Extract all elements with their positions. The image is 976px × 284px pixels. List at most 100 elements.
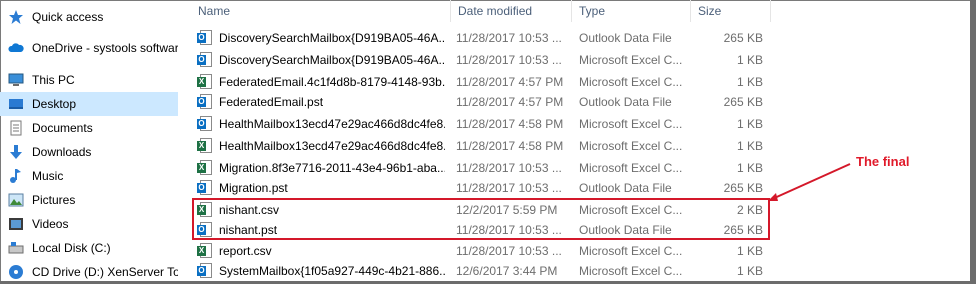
file-size: 265 KB	[723, 181, 763, 195]
file-name-cell[interactable]: X FederatedEmail.4c1f4d8b-8179-4148-93b..…	[193, 74, 445, 90]
file-row[interactable]: X HealthMailbox13ecd47e29ac466d8dc4fe8...…	[193, 135, 771, 157]
music-icon	[8, 168, 24, 184]
window-border-right	[970, 0, 976, 284]
star-icon	[8, 9, 24, 25]
nav-label: Pictures	[32, 193, 76, 207]
file-type: Outlook Data File	[579, 95, 672, 109]
computer-icon	[8, 72, 24, 88]
file-name-cell[interactable]: O SystemMailbox{1f05a927-449c-4b21-886...	[193, 263, 445, 279]
file-row[interactable]: Xreport.csv 11/28/2017 10:53 ... Microsoft…	[193, 240, 771, 262]
column-header-label: Size	[698, 4, 722, 18]
file-row[interactable]: X FederatedEmail.4c1f4d8b-8179-4148-93b..…	[193, 71, 771, 93]
file-name: Migration.8f3e7716-2011-43e4-96b1-aba...	[219, 161, 445, 175]
nav-item-pictures[interactable]: Pictures	[0, 188, 178, 212]
excel-file-icon: X	[197, 160, 213, 176]
nav-item-this-pc[interactable]: This PC	[0, 68, 178, 92]
file-type: Microsoft Excel C...	[579, 75, 683, 89]
nav-item-desktop[interactable]: Desktop	[0, 92, 178, 116]
file-name: report.csv	[219, 244, 272, 258]
file-type: Outlook Data File	[579, 181, 672, 195]
file-name: HealthMailbox13ecd47e29ac466d8dc4fe8...	[219, 117, 445, 131]
highlight-box	[192, 198, 770, 240]
nav-label: Local Disk (C:)	[32, 241, 111, 255]
nav-label: Quick access	[32, 10, 104, 24]
column-divider[interactable]	[770, 0, 771, 22]
file-type: Microsoft Excel C...	[579, 244, 683, 258]
disk-icon	[8, 240, 24, 256]
file-date: 11/28/2017 10:53 ...	[456, 244, 562, 258]
file-date: 11/28/2017 4:58 PM	[456, 117, 564, 131]
nav-item-documents[interactable]: Documents	[0, 116, 178, 140]
nav-item-local-disk[interactable]: Local Disk (C:)	[0, 236, 178, 260]
nav-item-quick-access[interactable]: Quick access	[0, 5, 178, 29]
videos-icon	[8, 216, 24, 232]
file-row[interactable]: O DiscoverySearchMailbox{D919BA05-46A... 1…	[193, 27, 771, 49]
file-type: Microsoft Excel C...	[579, 139, 683, 153]
file-date: 11/28/2017 10:53 ...	[456, 161, 562, 175]
file-row[interactable]: O DiscoverySearchMailbox{D919BA05-46A... 1…	[193, 49, 771, 71]
file-name-cell[interactable]: O FederatedEmail.pst	[193, 94, 445, 110]
column-header-size[interactable]: Size	[698, 0, 721, 22]
column-divider[interactable]	[690, 0, 691, 22]
nav-item-downloads[interactable]: Downloads	[0, 140, 178, 164]
file-name-cell[interactable]: O HealthMailbox13ecd47e29ac466d8dc4fe8...	[193, 116, 445, 132]
file-name-cell[interactable]: O DiscoverySearchMailbox{D919BA05-46A...	[193, 30, 445, 46]
file-date: 11/28/2017 10:53 ...	[456, 53, 562, 67]
file-name-cell[interactable]: Xreport.csv	[193, 243, 445, 259]
file-row[interactable]: O SystemMailbox{1f05a927-449c-4b21-886...…	[193, 260, 771, 282]
nav-label: CD Drive (D:) XenServer Too	[32, 265, 178, 279]
file-name-cell[interactable]: X Migration.8f3e7716-2011-43e4-96b1-aba..…	[193, 160, 445, 176]
outlook-file-icon: O	[197, 30, 213, 46]
nav-item-music[interactable]: Music	[0, 164, 178, 188]
outlook-file-icon: O	[197, 52, 213, 68]
nav-label: Desktop	[32, 97, 77, 111]
file-date: 12/6/2017 3:44 PM	[456, 264, 558, 278]
cd-drive-icon	[8, 264, 24, 280]
file-size: 1 KB	[736, 161, 763, 175]
documents-icon	[8, 120, 24, 136]
column-header-date[interactable]: Date modified	[458, 0, 532, 22]
file-size: 1 KB	[736, 117, 763, 131]
nav-item-videos[interactable]: Videos	[0, 212, 178, 236]
file-size: 1 KB	[736, 264, 763, 278]
file-name: SystemMailbox{1f05a927-449c-4b21-886...	[219, 264, 445, 278]
column-header-label: Name	[198, 4, 231, 18]
file-name: HealthMailbox13ecd47e29ac466d8dc4fe8...	[219, 139, 445, 153]
column-header-label: Date modified	[458, 4, 533, 18]
nav-label: Music	[32, 169, 64, 183]
navigation-pane: Quick access OneDrive - systools softwar…	[0, 0, 178, 284]
outlook-file-icon: O	[197, 180, 213, 196]
file-name-cell[interactable]: X HealthMailbox13ecd47e29ac466d8dc4fe8...	[193, 138, 445, 154]
outlook-file-icon: O	[197, 116, 213, 132]
excel-file-icon: X	[197, 243, 213, 259]
file-size: 1 KB	[736, 139, 763, 153]
column-header-label: Type	[579, 4, 606, 18]
column-header-type[interactable]: Type	[579, 0, 605, 22]
nav-label: This PC	[32, 73, 75, 87]
nav-item-onedrive[interactable]: OneDrive - systools software	[0, 36, 178, 60]
column-divider[interactable]	[450, 0, 451, 22]
file-row[interactable]: O FederatedEmail.pst 11/28/2017 4:57 PM Out…	[193, 91, 771, 113]
file-date: 11/28/2017 10:53 ...	[456, 31, 562, 45]
file-row[interactable]: O HealthMailbox13ecd47e29ac466d8dc4fe8...…	[193, 113, 771, 135]
file-row[interactable]: X Migration.8f3e7716-2011-43e4-96b1-aba..…	[193, 157, 771, 179]
outlook-file-icon: O	[197, 94, 213, 110]
file-size: 265 KB	[723, 95, 763, 109]
nav-label: Downloads	[32, 145, 92, 159]
file-row[interactable]: O Migration.pst 11/28/2017 10:53 ... Outloo…	[193, 177, 771, 199]
cloud-icon	[8, 40, 24, 56]
file-name: Migration.pst	[219, 181, 288, 195]
downloads-icon	[8, 144, 24, 160]
file-name-cell[interactable]: O DiscoverySearchMailbox{D919BA05-46A...	[193, 52, 445, 68]
file-date: 11/28/2017 4:58 PM	[456, 139, 564, 153]
file-date: 11/28/2017 4:57 PM	[456, 95, 564, 109]
desktop-icon	[8, 96, 24, 112]
file-name: DiscoverySearchMailbox{D919BA05-46A...	[219, 53, 445, 67]
column-divider[interactable]	[571, 0, 572, 22]
file-name: FederatedEmail.4c1f4d8b-8179-4148-93b...	[219, 75, 445, 89]
column-header-name[interactable]: Name	[198, 0, 230, 22]
file-size: 1 KB	[736, 53, 763, 67]
file-name-cell[interactable]: O Migration.pst	[193, 180, 445, 196]
nav-label: Videos	[32, 217, 69, 231]
nav-label: OneDrive - systools software	[32, 41, 178, 55]
